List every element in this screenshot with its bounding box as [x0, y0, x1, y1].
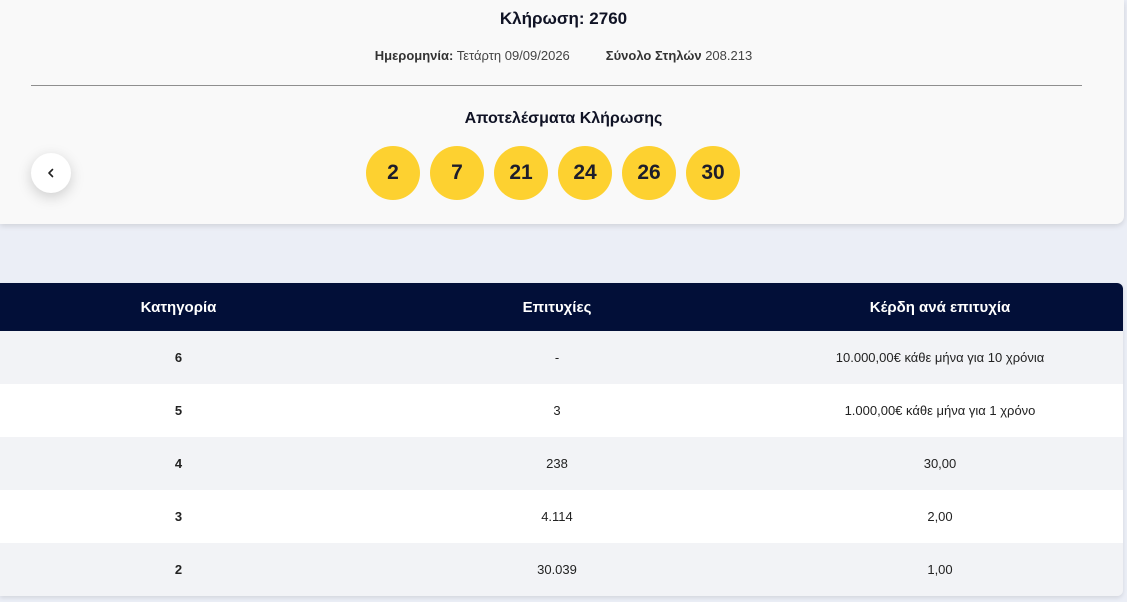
- table-row: 3 4.114 2,00: [0, 490, 1123, 543]
- draw-card: Κλήρωση: 2760 Ημερομηνία: Τετάρτη 09/09/…: [0, 0, 1124, 224]
- number-ball: 30: [686, 146, 740, 200]
- category-cell: 6: [174, 350, 183, 365]
- columns-value: 208.213: [705, 48, 753, 63]
- number-ball: 7: [430, 146, 484, 200]
- number-ball: 26: [622, 146, 676, 200]
- prize-cell: 2,00: [927, 509, 953, 524]
- table-row: 5 3 1.000,00€ κάθε μήνα για 1 χρόνο: [0, 384, 1123, 437]
- draw-meta: Ημερομηνία: Τετάρτη 09/09/2026 Σύνολο Στ…: [0, 48, 1127, 63]
- header-category: Κατηγορία: [140, 298, 217, 316]
- winning-numbers: 2 7 21 24 26 30: [366, 146, 740, 200]
- prize-cell: 10.000,00€ κάθε μήνα για 10 χρόνια: [835, 350, 1045, 365]
- prize-cell: 30,00: [923, 456, 957, 471]
- prize-table: Κατηγορία Επιτυχίες Κέρδη ανά επιτυχία 6…: [0, 283, 1123, 596]
- draw-date: Ημερομηνία: Τετάρτη 09/09/2026: [375, 48, 570, 63]
- date-value: Τετάρτη 09/09/2026: [456, 48, 570, 63]
- table-row: 6 - 10.000,00€ κάθε μήνα για 10 χρόνια: [0, 331, 1123, 384]
- previous-draw-button[interactable]: [31, 153, 71, 193]
- number-ball: 2: [366, 146, 420, 200]
- winners-cell: 30.039: [537, 562, 577, 577]
- category-cell: 2: [174, 562, 183, 577]
- prize-cell: 1.000,00€ κάθε μήνα για 1 χρόνο: [844, 403, 1036, 418]
- header-winners: Επιτυχίες: [522, 298, 592, 316]
- category-cell: 4: [174, 456, 183, 471]
- date-label: Ημερομηνία:: [374, 48, 454, 63]
- header-prize: Κέρδη ανά επιτυχία: [869, 298, 1011, 316]
- draw-columns: Σύνολο Στηλών 208.213: [606, 48, 752, 63]
- winners-cell: 238: [546, 456, 568, 471]
- number-ball: 24: [558, 146, 612, 200]
- results-title: Αποτελέσματα Κλήρωσης: [464, 110, 663, 127]
- table-row: 2 30.039 1,00: [0, 543, 1123, 596]
- divider: [31, 85, 1082, 86]
- category-cell: 3: [174, 509, 183, 524]
- table-row: 4 238 30,00: [0, 437, 1123, 490]
- winners-cell: 4.114: [541, 509, 573, 524]
- winners-cell: 3: [553, 403, 561, 418]
- columns-label: Σύνολο Στηλών: [605, 48, 702, 63]
- prize-cell: 1,00: [927, 562, 953, 577]
- draw-title: Κλήρωση: 2760: [499, 9, 628, 28]
- winners-cell: -: [554, 350, 560, 365]
- table-header-row: Κατηγορία Επιτυχίες Κέρδη ανά επιτυχία: [0, 283, 1123, 331]
- category-cell: 5: [174, 403, 183, 418]
- number-ball: 21: [494, 146, 548, 200]
- chevron-left-icon: [48, 168, 54, 178]
